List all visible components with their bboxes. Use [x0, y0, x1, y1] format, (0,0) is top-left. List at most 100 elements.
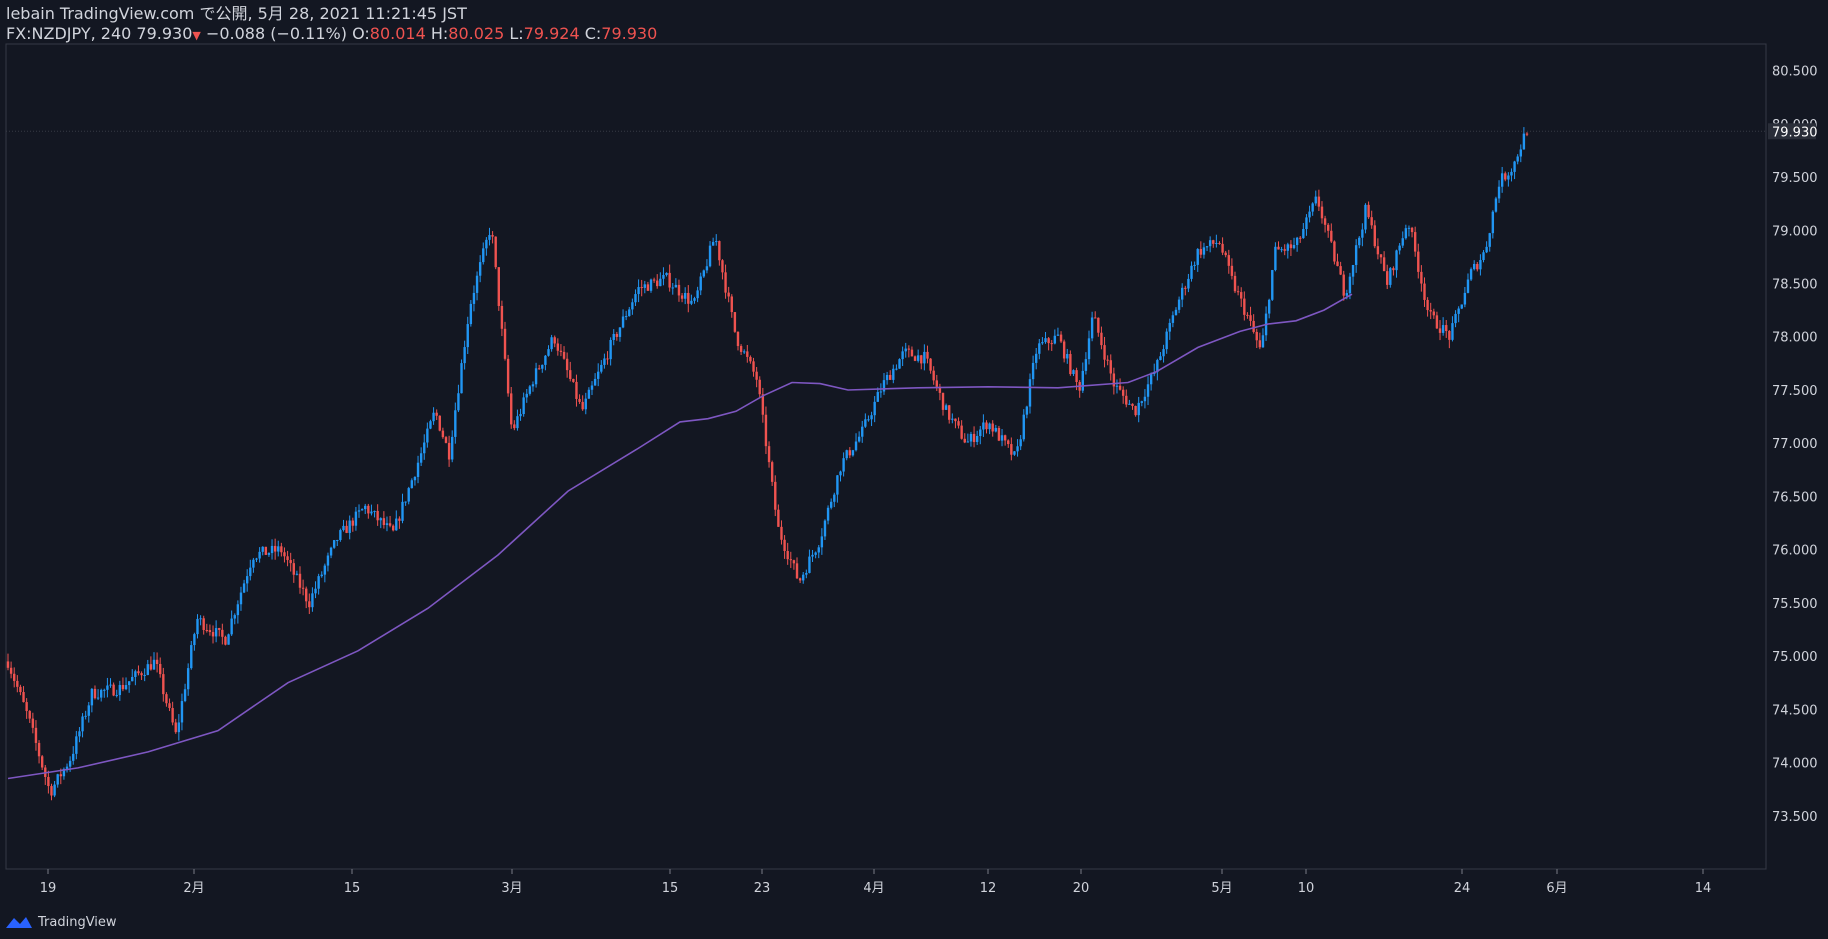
candle-body [239, 592, 243, 605]
candle-body [721, 260, 724, 273]
candle-body [466, 324, 469, 348]
candle-body [1062, 341, 1066, 359]
price-chart[interactable]: 73.500 74.000 74.500 75.000 75.500 76.000 76.5… [0, 0, 1828, 905]
candle-body [1016, 446, 1019, 452]
candle-body [531, 384, 535, 387]
candle-body [581, 401, 584, 410]
candle-body [702, 270, 706, 277]
candle-body [1323, 218, 1327, 225]
candle-body [165, 694, 168, 704]
candle-body [522, 397, 525, 415]
candle-body [59, 774, 63, 777]
candle-body [1358, 237, 1361, 246]
candle-body [50, 786, 53, 796]
candle-body [205, 629, 209, 631]
candle-body [68, 760, 72, 767]
x-tick-label: 19 [40, 881, 57, 896]
candle-body [618, 327, 622, 337]
candle-body [1426, 299, 1429, 311]
candle-body [916, 355, 920, 361]
candle-body [127, 681, 131, 686]
candle-body [208, 630, 212, 633]
candle-body [488, 235, 491, 240]
y-tick-label: 78.500 [1772, 278, 1818, 293]
candle-body [696, 290, 699, 299]
candle-body [407, 488, 410, 502]
candle-body [112, 684, 115, 696]
candle-body [1022, 414, 1025, 440]
y-tick-label: 74.000 [1772, 757, 1818, 772]
candle-body [854, 441, 858, 451]
candle-body [478, 262, 482, 276]
time-axis[interactable]: 19 2月 15 3月 15 23 4月 12 20 5月 10 24 6月 14 [40, 869, 1712, 896]
candle-body [997, 427, 1001, 441]
x-tick-label: 15 [344, 881, 361, 896]
candle-body [305, 588, 308, 602]
candle-body [1097, 317, 1100, 333]
candle-body [186, 668, 190, 690]
candle-body [218, 628, 221, 630]
candle-body [941, 392, 945, 410]
candle-body [152, 659, 156, 670]
x-tick-label: 15 [662, 881, 679, 896]
candle-body [211, 632, 215, 637]
candle-body [1174, 309, 1178, 316]
candle-body [1109, 360, 1112, 374]
candle-body [1199, 249, 1203, 255]
candle-body [429, 421, 432, 429]
y-tick-label: 77.500 [1772, 384, 1818, 399]
candle-body [423, 442, 426, 454]
candle-body [1386, 271, 1389, 285]
x-tick-label: 2月 [183, 881, 204, 896]
candle-body [758, 379, 761, 395]
candle-body [233, 615, 236, 619]
candle-body [1240, 292, 1243, 299]
candle-body [1137, 402, 1140, 416]
x-tick-label: 12 [980, 881, 997, 896]
candle-body [926, 351, 929, 359]
candle-body [65, 766, 69, 769]
candle-body [1019, 439, 1022, 447]
candle-body [227, 634, 230, 645]
brand-label: TradingView [38, 914, 117, 930]
candle-body [283, 552, 286, 557]
candle-body [1441, 325, 1445, 333]
candle-body [826, 507, 830, 521]
candle-body [590, 385, 594, 390]
candle-body [432, 412, 435, 422]
candle-body [752, 361, 755, 372]
candle-body [500, 305, 504, 329]
candle-body [1081, 370, 1084, 391]
candle-body [510, 393, 513, 425]
candle-body [28, 711, 31, 719]
candle-body [1112, 373, 1116, 387]
candle-body [1333, 241, 1336, 262]
candle-body [1472, 263, 1476, 270]
candle-body [1497, 186, 1501, 199]
candle-body [37, 742, 41, 757]
candle-body [957, 421, 960, 426]
candle-body [808, 556, 811, 573]
candle-body [1395, 250, 1398, 271]
candle-body [851, 450, 855, 456]
candle-body [954, 418, 957, 422]
candle-body [1314, 196, 1317, 204]
candle-body [1184, 287, 1187, 289]
candle-body [910, 349, 914, 357]
candle-body [413, 476, 417, 481]
candle-body [1283, 249, 1286, 251]
candle-body [795, 563, 799, 579]
candle-body [1504, 173, 1507, 180]
candle-body [1398, 245, 1401, 251]
candle-body [6, 661, 10, 668]
candle-body [988, 423, 991, 430]
price-axis[interactable]: 73.500 74.000 74.500 75.000 75.500 76.000 76.5… [1772, 65, 1818, 825]
candle-body [252, 559, 255, 568]
candle-body [802, 574, 805, 581]
y-tick-label: 79.500 [1772, 171, 1818, 186]
candle-body [833, 494, 836, 502]
candle-body [143, 674, 146, 676]
candle-body [183, 689, 187, 702]
candle-body [836, 475, 839, 495]
candle-body [749, 356, 752, 362]
